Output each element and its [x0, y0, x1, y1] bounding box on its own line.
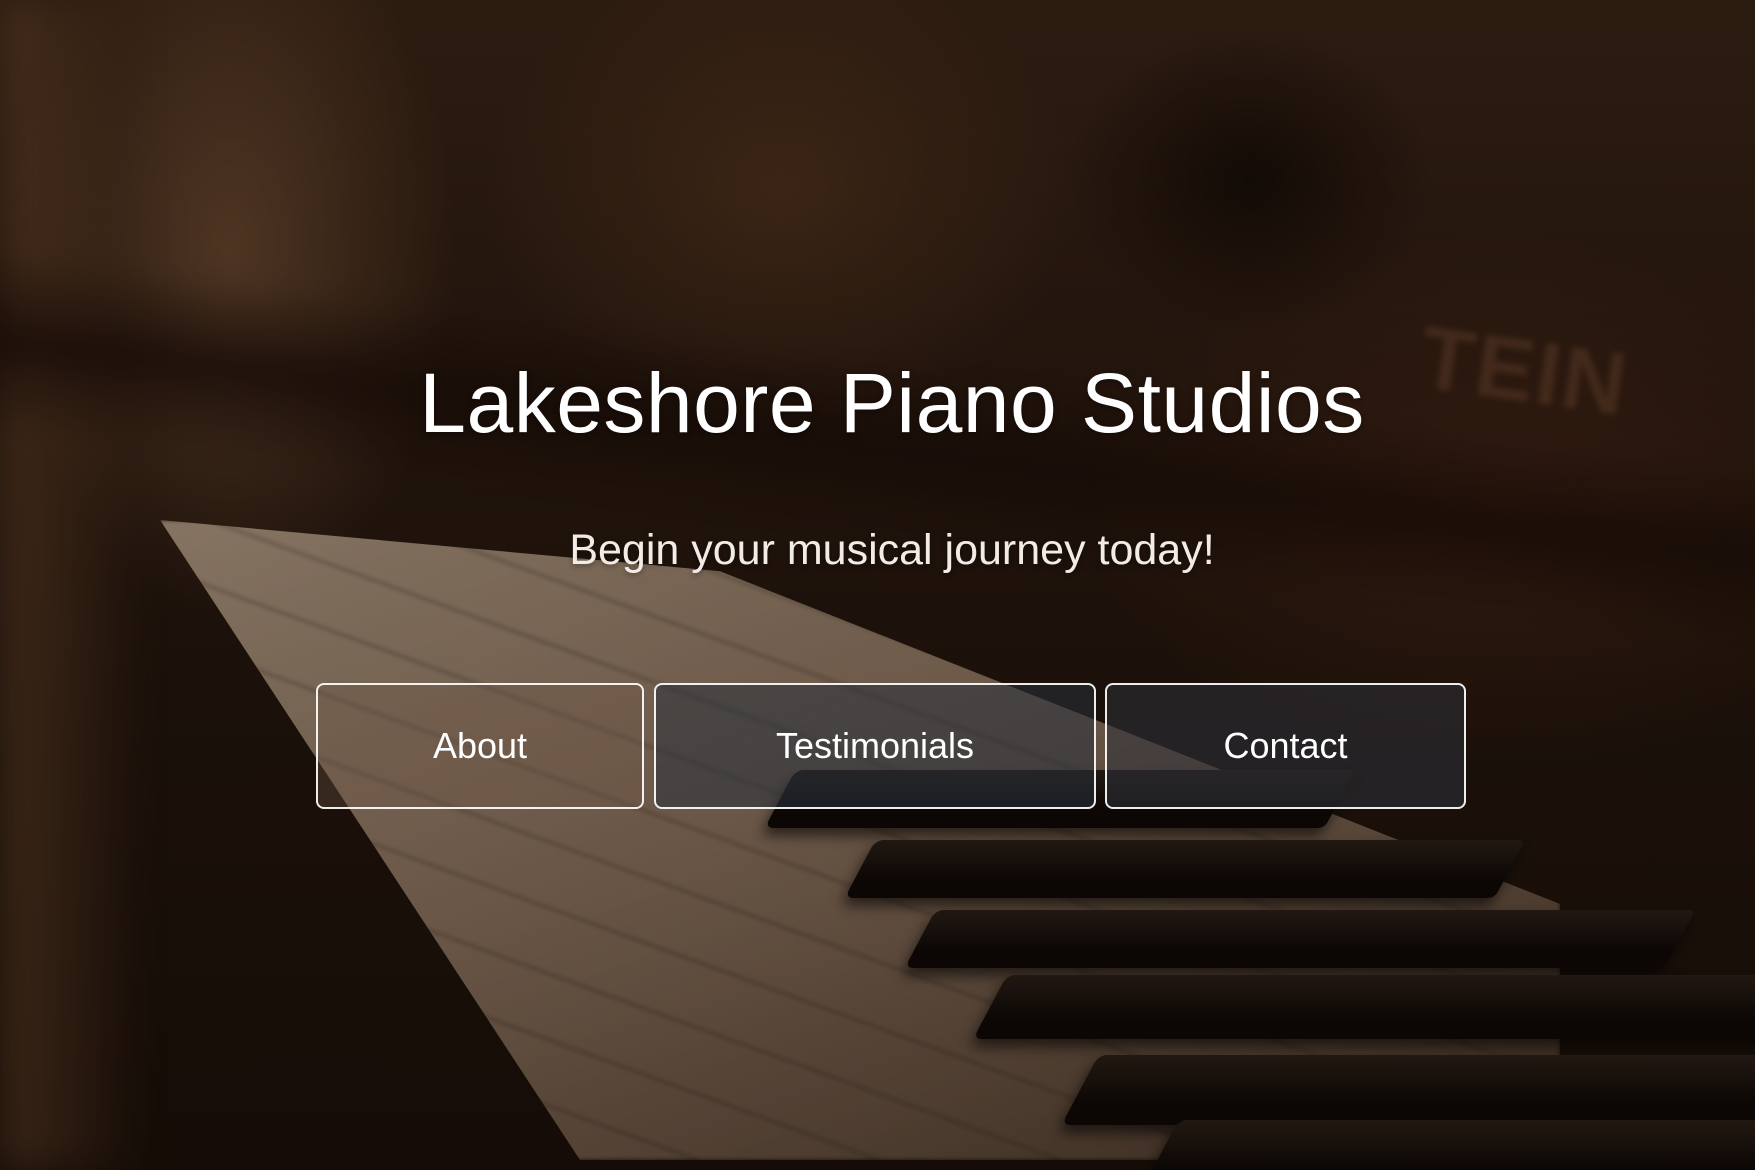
testimonials-button[interactable]: Testimonials — [654, 683, 1096, 809]
page-title: Lakeshore Piano Studios — [419, 356, 1365, 450]
hero-section: TEIN Lakeshore Piano Studios Begin your … — [0, 0, 1755, 1170]
page-subtitle: Begin your musical journey today! — [569, 526, 1215, 574]
about-button[interactable]: About — [316, 683, 644, 809]
hero-content: Lakeshore Piano Studios Begin your music… — [0, 0, 1755, 1170]
contact-button[interactable]: Contact — [1105, 683, 1466, 809]
